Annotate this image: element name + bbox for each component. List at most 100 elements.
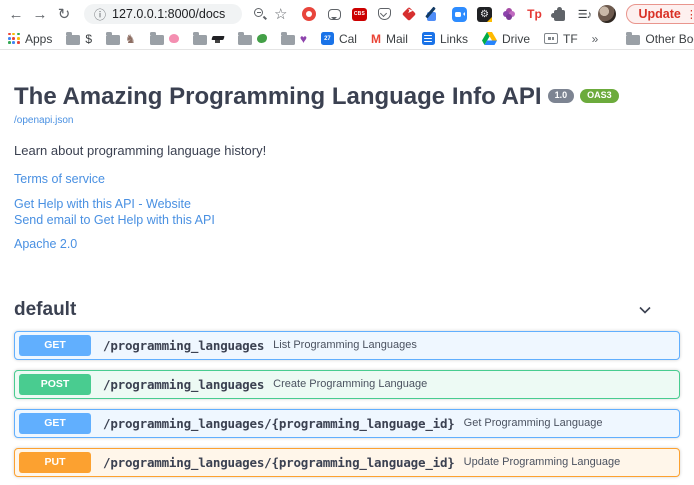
bookmark-label: Drive	[502, 32, 530, 46]
endpoint-summary: Update Programming Language	[464, 456, 621, 468]
endpoint-path: /programming_languages/{programming_lang…	[103, 455, 455, 470]
reload-button[interactable]: ↻	[54, 4, 74, 24]
chat-bubble-extension-icon[interactable]	[326, 6, 342, 22]
tf-favicon	[544, 33, 558, 44]
bookmark-label: Mail	[386, 32, 408, 46]
bookmark-folder-dollar[interactable]: $	[66, 32, 92, 46]
browser-menu-icon[interactable]: ⋮	[686, 8, 694, 21]
endpoint-summary: Get Programming Language	[464, 417, 603, 429]
section-title: default	[14, 299, 76, 321]
bookmark-apps[interactable]: Apps	[8, 32, 52, 46]
other-bookmarks-label: Other Bookmarks	[645, 32, 694, 46]
bookmarks-overflow-chevron[interactable]: »	[592, 32, 599, 46]
endpoint-row-get-one[interactable]: GET /programming_languages/{programming_…	[14, 409, 680, 438]
bookmark-mail[interactable]: M Mail	[371, 32, 408, 46]
red-circle-extension-icon[interactable]	[301, 6, 317, 22]
folder-icon	[626, 35, 640, 45]
url-text: 127.0.0.1:8000/docs	[112, 7, 225, 21]
bookmark-star-icon[interactable]: ☆	[274, 5, 287, 23]
openapi-json-link[interactable]: /openapi.json	[14, 115, 74, 126]
default-section-header[interactable]: default	[14, 293, 680, 331]
address-bar[interactable]: ⓘ 127.0.0.1:8000/docs	[84, 4, 242, 24]
bookmark-label: Apps	[25, 32, 52, 46]
chevron-down-icon	[635, 300, 655, 320]
gmail-icon: M	[371, 32, 381, 46]
zoom-level-icon[interactable]	[254, 8, 266, 20]
bookmark-tf[interactable]: TF	[544, 32, 578, 46]
bookmark-label: TF	[563, 32, 578, 46]
horse-emoji-icon: ♞	[125, 32, 136, 46]
marker-extension-icon[interactable]	[426, 6, 442, 22]
reload-icon: ↻	[58, 5, 71, 23]
method-badge: PUT	[19, 452, 91, 473]
calendar-icon: 27	[321, 32, 334, 45]
method-badge: POST	[19, 374, 91, 395]
collapse-section-button[interactable]	[634, 299, 656, 321]
endpoint-summary: List Programming Languages	[273, 339, 417, 351]
bookmark-label: $	[85, 32, 92, 46]
folder-icon	[66, 35, 80, 45]
swagger-docs-page: The Amazing Programming Language Info AP…	[0, 84, 694, 485]
terms-of-service-link[interactable]: Terms of service	[14, 172, 680, 188]
folder-icon	[150, 35, 164, 45]
oas3-badge: OAS3	[580, 89, 619, 103]
api-links: Terms of service Get Help with this API …	[14, 172, 680, 253]
bookmark-cal[interactable]: 27 Cal	[321, 32, 357, 46]
endpoint-path: /programming_languages	[103, 338, 264, 353]
graduation-cap-emoji-icon	[212, 36, 224, 43]
puzzle-extensions-icon[interactable]	[551, 6, 567, 22]
purple-heart-emoji-icon: ♥	[300, 32, 307, 46]
back-icon: ←	[9, 6, 24, 23]
api-info-block: The Amazing Programming Language Info AP…	[14, 84, 680, 253]
dark-gear-extension-icon[interactable]: ⚙	[476, 6, 492, 22]
profile-avatar[interactable]	[598, 5, 616, 23]
endpoint-row-post-create[interactable]: POST /programming_languages Create Progr…	[14, 370, 680, 399]
version-badge: 1.0	[548, 89, 575, 103]
bookmark-folder-horse[interactable]: ♞	[106, 32, 136, 46]
purple-flower-extension-icon[interactable]	[501, 6, 517, 22]
red-diamond-extension-icon[interactable]	[401, 6, 417, 22]
bookmark-drive[interactable]: Drive	[482, 32, 530, 46]
folder-icon	[193, 35, 207, 45]
google-drive-icon	[482, 32, 497, 45]
license-link[interactable]: Apache 2.0	[14, 237, 680, 253]
api-description: Learn about programming language history…	[14, 143, 680, 158]
folder-icon	[281, 35, 295, 45]
forward-icon: →	[33, 6, 48, 23]
page-title: The Amazing Programming Language Info AP…	[14, 84, 680, 110]
update-button[interactable]: Update ⋮	[626, 4, 694, 24]
folder-icon	[238, 35, 252, 45]
playlist-extension-icon[interactable]: ☰♪	[576, 6, 592, 22]
method-badge: GET	[19, 413, 91, 434]
site-info-icon[interactable]: ⓘ	[94, 6, 106, 23]
bookmark-folder-brain[interactable]	[150, 33, 179, 45]
plant-emoji-icon	[257, 34, 267, 43]
bookmark-links[interactable]: Links	[422, 32, 468, 46]
folder-icon	[106, 35, 120, 45]
bookmark-folder-plant[interactable]	[238, 33, 267, 45]
bookmark-folder-purple-heart[interactable]: ♥	[281, 32, 307, 46]
zoom-camera-extension-icon[interactable]	[451, 6, 467, 22]
cbs-extension-icon[interactable]: CBS	[351, 6, 367, 22]
endpoint-path: /programming_languages/{programming_lang…	[103, 416, 455, 431]
extensions-row: CBS ⚙ Tp ☰♪	[301, 6, 592, 22]
get-help-website-link[interactable]: Get Help with this API - Website	[14, 197, 680, 213]
bookmark-folder-grad-cap[interactable]	[193, 33, 224, 45]
bookmarks-bar: Apps $ ♞ ♥ 27 Cal M Mail Links	[0, 28, 694, 50]
pocket-extension-icon[interactable]	[376, 6, 392, 22]
tp-extension-icon[interactable]: Tp	[526, 6, 542, 22]
endpoint-row-get-list[interactable]: GET /programming_languages List Programm…	[14, 331, 680, 360]
method-badge: GET	[19, 335, 91, 356]
update-label: Update	[638, 7, 680, 21]
brain-emoji-icon	[169, 34, 179, 43]
forward-button[interactable]: →	[30, 4, 50, 24]
get-help-email-link[interactable]: Send email to Get Help with this API	[14, 213, 680, 229]
other-bookmarks[interactable]: Other Bookmarks	[626, 32, 694, 46]
bookmark-label: Links	[440, 32, 468, 46]
bookmark-label: Cal	[339, 32, 357, 46]
apps-grid-icon	[8, 33, 20, 45]
api-title-text: The Amazing Programming Language Info AP…	[14, 84, 542, 110]
endpoint-summary: Create Programming Language	[273, 378, 427, 390]
endpoint-row-put-update[interactable]: PUT /programming_languages/{programming_…	[14, 448, 680, 477]
back-button[interactable]: ←	[6, 4, 26, 24]
